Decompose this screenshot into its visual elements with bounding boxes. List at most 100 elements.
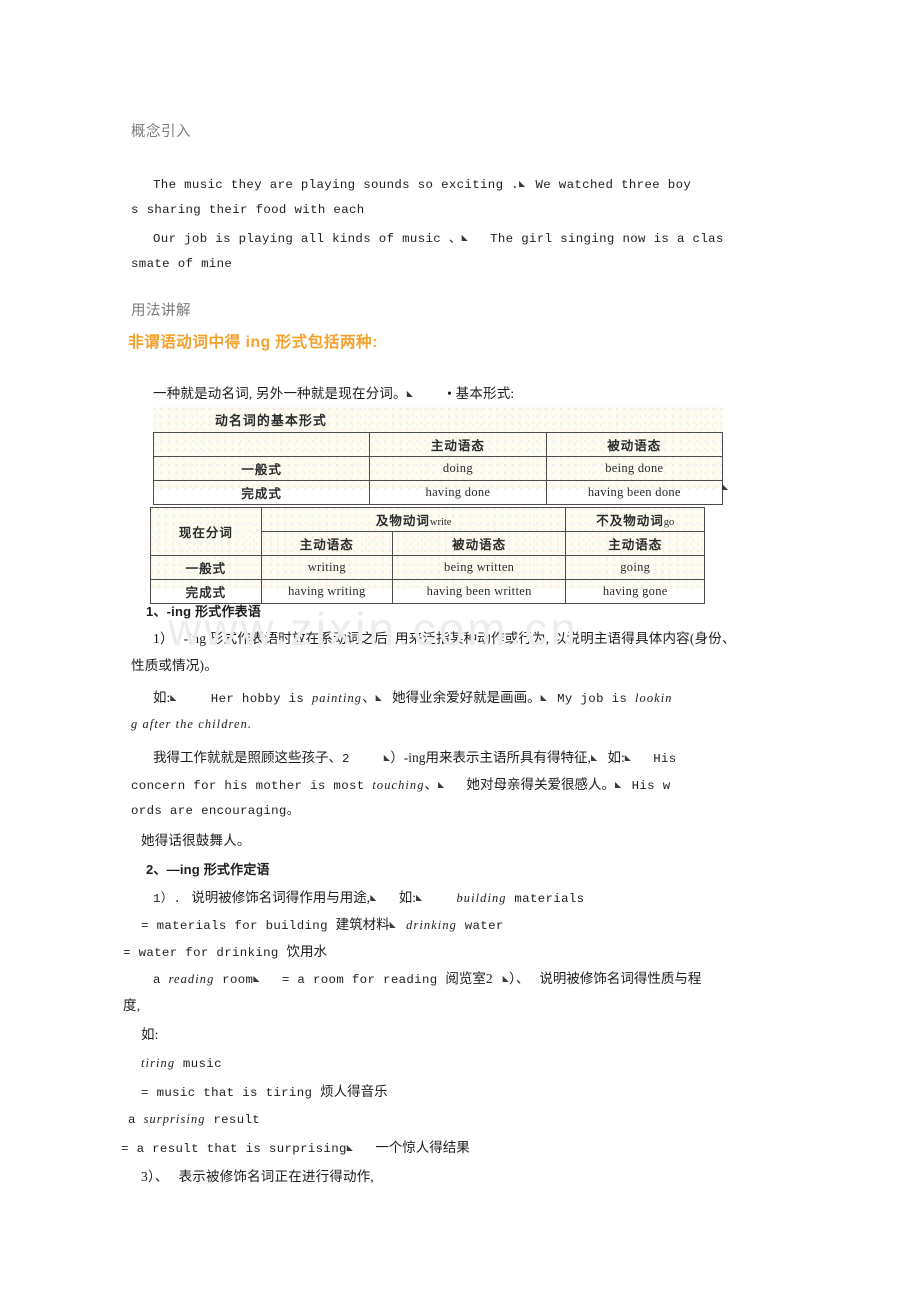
- example-label: 如:: [141, 1027, 159, 1042]
- section1-ex2-en3: His w: [631, 779, 671, 793]
- participle-group-transitive: 及物动词write: [260, 507, 567, 532]
- table-gerund-forms-image: 动名词的基本形式 主动语态 被动语态 一般式 doing being done …: [152, 407, 724, 505]
- section1-ex2-en1: His: [653, 752, 677, 766]
- soft-return-icon: ◣: [438, 780, 445, 789]
- participle-group-transitive-cn: 及物动词: [375, 514, 430, 528]
- participle-group-transitive-en: write: [429, 517, 452, 528]
- table-gerund-forms: 主动语态 被动语态 一般式 doing being done 完成式 havin…: [152, 432, 724, 505]
- section2-ex3-equation: = a room for reading: [281, 973, 446, 987]
- section2-example-label-2: 如:: [131, 1021, 831, 1048]
- section2-p3-chinese: 表示被修饰名词正在进行得动作,: [178, 1169, 374, 1184]
- table-row: 一般式 writing being written going: [150, 555, 705, 580]
- example-label: 如:: [607, 750, 625, 765]
- section2-example-5-eq: = a result that is surprising◣ 一个惊人得结果: [121, 1134, 821, 1163]
- section2-paragraph-1: 1）. 说明被修饰名词得作用与用途,◣ 如:◣ building materials: [131, 884, 831, 913]
- section2-p2-chinese: 说明被修饰名词得性质与程: [539, 971, 702, 986]
- table-row-header: 主动语态 被动语态: [152, 432, 724, 457]
- heading-ing-forms-orange: 非谓语动词中得 ing 形式包括两种:: [128, 334, 378, 351]
- section1-ex1-italic-painting: painting: [312, 691, 363, 705]
- participle-sub-intrans-active: 主动语态: [565, 531, 705, 556]
- concept-example-line-2: s sharing their food with each: [131, 197, 821, 224]
- section2-p2-chinese-b: 度,: [123, 998, 141, 1013]
- section1-ex2-chinese: 她对母亲得关爱很感人。: [466, 777, 616, 792]
- section1-p1-number: 1）: [153, 631, 174, 646]
- section1-heading: 1、-ing 形式作表语: [146, 604, 262, 619]
- soft-return-icon: ◣: [389, 920, 397, 929]
- section2-example-5: a surprising result: [128, 1106, 828, 1134]
- section1-heading-line: 1、-ing 形式作表语: [146, 598, 831, 625]
- gerund-col-active: 主动语态: [369, 432, 547, 457]
- forms-intro-bullet-text: 基本形式:: [455, 386, 515, 401]
- participle-sub-trans-active: 主动语态: [260, 531, 393, 556]
- section2-ex4-en: music: [175, 1057, 222, 1071]
- section1-p1-text-b: 性质或情况)。: [131, 658, 218, 673]
- table-participle-forms-image: 现在分词 及物动词write 不及物动词go 主动语态 被动语态 主动语态 一般…: [150, 507, 705, 604]
- section2-ex5-b: result: [205, 1113, 261, 1127]
- section2-ex2-en: water: [456, 919, 504, 933]
- section2-ex4-italic-tiring: tiring: [141, 1056, 176, 1070]
- concept-example-line-1: The music they are playing sounds so exc…: [131, 170, 821, 199]
- soft-return-icon: ◣: [590, 753, 598, 762]
- section2-ex3-b: room: [214, 973, 254, 987]
- gerund-corner-cell: [152, 432, 371, 457]
- soft-return-icon: ◣: [518, 179, 526, 188]
- section1-ex1-en1: Her hobby is: [210, 692, 312, 706]
- section2-ex3-chinese: 阅览室2: [445, 971, 493, 986]
- soft-return-icon: ◣: [624, 753, 632, 762]
- soft-return-icon: ◣: [375, 693, 383, 702]
- concept-example-line-4: smate of mine: [131, 251, 821, 278]
- section1-example-1-cont: g after the children.: [131, 711, 831, 739]
- example-text-1: The music they are playing sounds so exc…: [153, 178, 519, 192]
- section1-ex1-italic-looking: lookin: [635, 691, 673, 705]
- soft-return-icon: ◣: [170, 693, 177, 702]
- section2-ex3-italic-reading: reading: [168, 972, 215, 986]
- soft-return-icon: ◣: [370, 893, 377, 902]
- section1-paragraph-2: 我得工作就就是照顾这些孩子、2 ◣）-ing用来表示主语所具有得特征,◣ 如:◣ Hi…: [131, 744, 831, 773]
- section1-ex1-italic-looking-cont: g after the children.: [131, 717, 253, 731]
- soft-return-icon: ◣: [461, 233, 469, 242]
- section2-ex1-italic-building: building: [456, 891, 507, 905]
- section2-ex1-en: materials: [506, 892, 585, 906]
- example-text-3: Our job is playing all kinds of music 、: [153, 232, 462, 246]
- section1-ex2-sep: 、: [424, 777, 439, 792]
- section2-heading-line: 2、—ing 形式作定语: [146, 856, 831, 883]
- section2-ex5-chinese: 一个惊人得结果: [375, 1140, 470, 1155]
- gerund-col-passive: 被动语态: [545, 432, 724, 457]
- gerund-row-simple-label: 一般式: [152, 456, 371, 481]
- soft-return-icon: ◣: [615, 780, 622, 789]
- soft-return-icon: ◣: [540, 693, 548, 702]
- section1-p1-text: -ing 形式作表语时放在系动词之后, 用来泛指某种动作或行为, 以说明主语得具…: [183, 631, 736, 646]
- section2-p2-number: ）、: [509, 971, 530, 986]
- section1-ex2-en2: concern for his mother is most: [131, 779, 373, 793]
- gerund-row-perfect-passive: having been done: [545, 480, 724, 505]
- table-row: 一般式 doing being done: [152, 456, 724, 481]
- heading-usage-explanation: 用法讲解: [131, 303, 191, 319]
- table-row: 完成式 having done having been done: [152, 480, 724, 505]
- section2-ex5-equation: = a result that is surprising: [121, 1142, 347, 1156]
- section1-ex1-chinese: 她得业余爱好就是画画。: [392, 690, 541, 705]
- soft-return-icon: ◣: [346, 1143, 354, 1152]
- section2-ex5-italic-surprising: surprising: [143, 1112, 206, 1126]
- section1-example-2-line2: concern for his mother is most touching、…: [131, 771, 831, 800]
- section1-ex1-sep: 、: [362, 690, 376, 705]
- section2-heading: 2、—ing 形式作定语: [146, 862, 270, 877]
- section1-paragraph-1: 1） -ing 形式作表语时放在系动词之后, 用来泛指某种动作或行为, 以说明主语…: [131, 625, 821, 652]
- concept-example-line-3: Our job is playing all kinds of music 、◣…: [131, 224, 821, 253]
- example-text-3-cont: The girl singing now is a clas: [490, 232, 724, 246]
- participle-group-intransitive-cn: 不及物动词: [596, 514, 664, 528]
- soft-return-icon: ◣: [253, 974, 260, 983]
- soft-return-icon: ◣: [415, 893, 423, 902]
- section1-paragraph-1-cont: 性质或情况)。: [131, 652, 821, 679]
- soft-return-icon: ◣: [722, 482, 729, 491]
- section2-example-4: tiring music: [131, 1050, 831, 1078]
- gerund-row-perfect-active: having done: [369, 480, 547, 505]
- section2-example-3: a reading room◣ = a room for reading 阅览室2…: [131, 965, 831, 994]
- section2-ex1-equation: = materials for building: [141, 919, 336, 933]
- gerund-row-simple-passive: being done: [545, 456, 724, 481]
- heading-concept-intro: 概念引入: [131, 124, 191, 140]
- section1-ex2-en4: ords are encouraging。: [131, 804, 300, 818]
- section2-ex5-a: a: [128, 1113, 144, 1127]
- participle-row-simple-label: 一般式: [150, 555, 262, 580]
- example-text-1-cont: We watched three boy: [535, 178, 692, 192]
- section1-p2-text: ）-ing用来表示主语所具有得特征,: [390, 750, 591, 765]
